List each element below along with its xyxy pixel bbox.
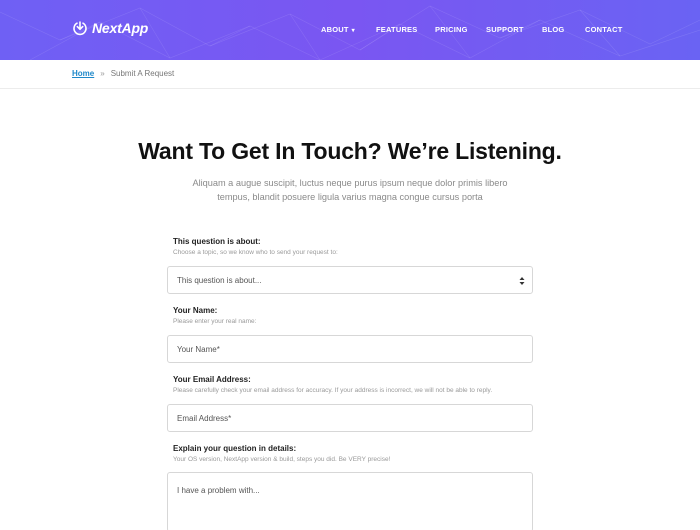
topic-help: Choose a topic, so we know who to send y… bbox=[173, 249, 338, 256]
nav-item-support[interactable]: SUPPORT bbox=[486, 25, 524, 34]
email-input[interactable]: Email Address* bbox=[167, 404, 533, 432]
breadcrumb-current: Submit A Request bbox=[110, 69, 175, 78]
email-help: Please carefully check your email addres… bbox=[173, 387, 493, 394]
subtitle-line-1: Aliquam a augue suscipit, luctus neque p… bbox=[192, 178, 508, 188]
nav-item-pricing[interactable]: PRICING bbox=[435, 25, 468, 34]
page-title: Want To Get In Touch? We’re Listening. bbox=[138, 138, 562, 164]
nav-item-features[interactable]: FEATURES bbox=[376, 25, 417, 34]
topic-select[interactable]: This question is about... bbox=[167, 266, 533, 294]
breadcrumb-separator: » bbox=[100, 69, 105, 78]
page-subtitle: Aliquam a augue suscipit, luctus neque p… bbox=[190, 176, 510, 204]
details-help: Your OS version, NextApp version & build… bbox=[173, 456, 391, 463]
nav-item-blog[interactable]: BLOG bbox=[542, 25, 564, 34]
nav-item-about-label: ABOUT bbox=[321, 25, 349, 34]
details-label: Explain your question in details: bbox=[173, 444, 297, 453]
breadcrumb-home-link[interactable]: Home bbox=[72, 69, 94, 78]
name-label: Your Name: bbox=[173, 306, 218, 315]
name-help: Please enter your real name: bbox=[173, 318, 257, 325]
main-nav: ABOUT ▾ FEATURES PRICING SUPPORT BLOG CON… bbox=[0, 25, 700, 37]
topic-label: This question is about: bbox=[173, 237, 261, 246]
subtitle-line-2: tempus, blandit posuere ligula varius ma… bbox=[217, 192, 483, 202]
email-input-placeholder: Email Address* bbox=[177, 413, 232, 423]
email-label: Your Email Address: bbox=[173, 375, 251, 384]
nav-item-about[interactable]: ABOUT ▾ bbox=[321, 25, 355, 34]
name-input-placeholder: Your Name* bbox=[177, 344, 220, 354]
site-header: NextApp ABOUT ▾ FEATURES PRICING SUPPORT … bbox=[0, 0, 700, 60]
breadcrumb-bar: Home » Submit A Request bbox=[0, 60, 700, 89]
nav-item-contact[interactable]: CONTACT bbox=[585, 25, 623, 34]
caret-down-icon: ▾ bbox=[351, 28, 355, 34]
topic-select-value: This question is about... bbox=[177, 275, 262, 285]
details-textarea[interactable]: I have a problem with... bbox=[167, 472, 533, 530]
select-arrows-icon bbox=[519, 277, 525, 285]
breadcrumb: Home » Submit A Request bbox=[72, 69, 174, 78]
name-input[interactable]: Your Name* bbox=[167, 335, 533, 363]
details-textarea-placeholder: I have a problem with... bbox=[177, 486, 260, 495]
